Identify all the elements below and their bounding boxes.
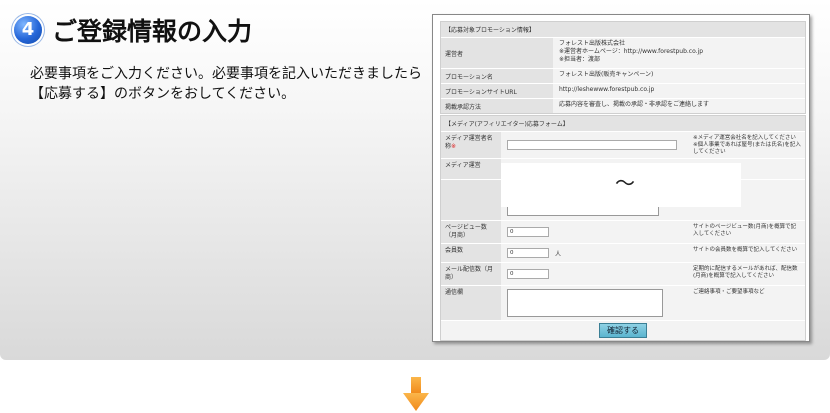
step-panel: 4 ご登録情報の入力 必要事項をご入力ください。必要事項を記入いただきましたら … — [0, 0, 830, 360]
field-label: メール配信数（月商） — [441, 263, 501, 285]
row-label: 運営者 — [441, 38, 553, 68]
step-title: ご登録情報の入力 — [52, 17, 253, 46]
media-name-input[interactable] — [507, 140, 677, 150]
field-label: 通信欄 — [441, 286, 501, 320]
down-arrow-icon — [403, 377, 429, 411]
form-heading: 【メディア(アフィリエイター)応募フォーム】 — [441, 116, 805, 131]
row-value[interactable]: http://leshewww.forestpub.co.jp — [553, 84, 805, 98]
table-row: 掲載承認方法 応募内容を審査し、掲載の承認・非承認をご連絡します — [441, 98, 805, 113]
field-note: ※メディア運営会社名を記入してください ※個人事業であれば屋号(または氏名)を記… — [689, 132, 805, 158]
field-label: ページビュー数（月商） — [441, 221, 501, 243]
field-label: 会員数 — [441, 244, 501, 262]
operator-contact: ※担当者：渡部 — [559, 56, 601, 63]
mail-subscribers-input[interactable]: 0 — [507, 269, 549, 279]
confirm-button[interactable]: 確認する — [599, 323, 647, 338]
form-screenshot: 【応募対象プロモーション情報】 運営者 フォレスト出版株式会社 ※運営者ホームペ… — [432, 14, 810, 342]
field-note: サイトのページビュー数(月商)を概算で記入してください — [689, 221, 805, 243]
row-label: 掲載承認方法 — [441, 99, 553, 113]
description-line-1: 必要事項をご入力ください。必要事項を記入いただきましたら — [30, 66, 422, 82]
operator-homepage[interactable]: ※運営者ホームページ：http://www.forestpub.co.jp — [559, 48, 799, 56]
pageviews-input[interactable]: 0 — [507, 227, 549, 237]
row-value: フォレスト出版(販売キャンペーン) — [553, 69, 805, 83]
field-cell — [501, 132, 689, 158]
field-label: メディア運営 — [441, 159, 501, 179]
table-row: プロモーションサイトURL http://leshewww.forestpub.… — [441, 83, 805, 98]
form-row-pageviews: ページビュー数（月商） 0 サイトのページビュー数(月商)を概算で記入してくださ… — [441, 220, 805, 243]
field-cell — [501, 286, 689, 320]
form-row-media-name: メディア運営者名称※ ※メディア運営会社名を記入してください ※個人事業であれば… — [441, 131, 805, 158]
field-note: サイトの会員数を概算で記入してください — [689, 244, 805, 262]
application-form: 【メディア(アフィリエイター)応募フォーム】 メディア運営者名称※ ※メディア運… — [440, 115, 806, 341]
step-number-badge: 4 — [14, 16, 42, 44]
omission-tilde: ～ — [615, 171, 635, 195]
row-label: プロモーションサイトURL — [441, 84, 553, 98]
form-actions: 確認する — [441, 320, 805, 340]
form-row-comment: 通信欄 ご連絡事項・ご要望事項など — [441, 285, 805, 320]
field-cell: 0 — [501, 221, 689, 243]
campaign-table-heading: 【応募対象プロモーション情報】 — [441, 22, 805, 37]
form-row-members: 会員数 0 人 サイトの会員数を概算で記入してください — [441, 243, 805, 262]
description-line-2: 【応募する】のボタンをおしてください。 — [30, 86, 296, 102]
table-row: 運営者 フォレスト出版株式会社 ※運営者ホームページ：http://www.fo… — [441, 37, 805, 68]
operator-name: フォレスト出版株式会社 — [559, 40, 626, 47]
field-cell: 0 人 — [501, 244, 689, 262]
field-label: メディア運営者名称※ — [441, 132, 501, 158]
members-input[interactable]: 0 — [507, 248, 549, 258]
field-note: ご連絡事項・ご要望事項など — [689, 286, 805, 320]
field-label — [441, 180, 501, 220]
row-value: フォレスト出版株式会社 ※運営者ホームページ：http://www.forest… — [553, 38, 805, 68]
table-row: プロモーション名 フォレスト出版(販売キャンペーン) — [441, 68, 805, 83]
field-note: 定期的に配信するメールがあれば、配信数(月商)を概算で記入してください — [689, 263, 805, 285]
row-label: プロモーション名 — [441, 69, 553, 83]
campaign-info-table: 【応募対象プロモーション情報】 運営者 フォレスト出版株式会社 ※運営者ホームペ… — [440, 21, 806, 114]
form-row-mail-subscribers: メール配信数（月商） 0 定期的に配信するメールがあれば、配信数(月商)を概算で… — [441, 262, 805, 285]
row-value: 応募内容を審査し、掲載の承認・非承認をご連絡します — [553, 99, 805, 113]
required-mark: ※ — [451, 143, 457, 150]
field-cell: 0 — [501, 263, 689, 285]
members-unit: 人 — [555, 250, 562, 258]
comment-textarea[interactable] — [507, 289, 663, 317]
step-description: 必要事項をご入力ください。必要事項を記入いただきましたら 【応募する】のボタンを… — [30, 64, 425, 104]
